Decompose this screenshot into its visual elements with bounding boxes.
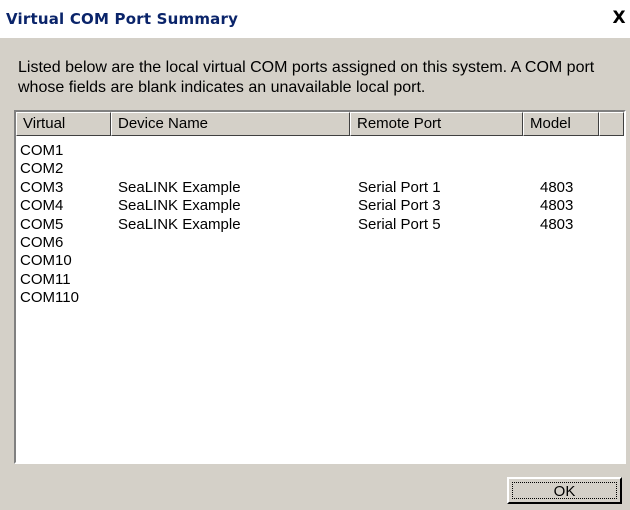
- list-item[interactable]: COM2: [16, 160, 624, 178]
- description-text: Listed below are the local virtual COM p…: [18, 59, 595, 96]
- column-header-filler: [599, 112, 624, 136]
- dialog-window: Virtual COM Port Summary X Listed below …: [0, 0, 630, 510]
- list-item[interactable]: COM6: [16, 234, 624, 252]
- cell-virtual: COM2: [20, 160, 64, 178]
- cell-virtual: COM6: [20, 233, 64, 251]
- cell-virtual: COM4: [20, 197, 64, 215]
- column-header-model[interactable]: Model: [523, 112, 599, 136]
- cell-virtual: COM5: [20, 215, 64, 233]
- cell-virtual: COM3: [20, 178, 64, 196]
- cell-model: 4803: [540, 178, 574, 196]
- cell-device-name: SeaLINK Example: [118, 178, 241, 196]
- cell-model: 4803: [540, 197, 574, 215]
- cell-virtual: COM1: [20, 142, 64, 159]
- cell-virtual: COM10: [20, 252, 72, 270]
- window-title: Virtual COM Port Summary: [6, 10, 239, 28]
- list-item[interactable]: COM110: [16, 289, 624, 307]
- column-header-remote-port[interactable]: Remote Port: [350, 112, 523, 136]
- cell-virtual: COM110: [20, 289, 79, 307]
- list-item[interactable]: COM1: [16, 142, 624, 160]
- list-header: Virtual Device Name Remote Port Model: [16, 112, 624, 138]
- list-rows: COM1 COM2 COM3 SeaLINK Example Serial Port 1…: [16, 142, 624, 308]
- cell-device-name: SeaLINK Example: [118, 197, 241, 215]
- cell-model: 4803: [540, 215, 574, 233]
- column-header-device-name[interactable]: Device Name: [111, 112, 350, 136]
- list-item[interactable]: COM11: [16, 271, 624, 289]
- ok-button-label: OK: [512, 482, 617, 500]
- cell-virtual: COM11: [20, 270, 71, 288]
- ok-button[interactable]: OK: [507, 477, 622, 504]
- port-list[interactable]: Virtual Device Name Remote Port Model CO…: [14, 110, 626, 464]
- column-header-virtual[interactable]: Virtual: [16, 112, 111, 136]
- cell-remote-port: Serial Port 5: [358, 215, 441, 233]
- cell-remote-port: Serial Port 1: [358, 178, 441, 196]
- close-icon[interactable]: X: [610, 8, 628, 28]
- cell-remote-port: Serial Port 3: [358, 197, 441, 215]
- cell-device-name: SeaLINK Example: [118, 215, 241, 233]
- title-bar: Virtual COM Port Summary X: [0, 0, 630, 38]
- list-item[interactable]: COM4 SeaLINK Example Serial Port 3 4803: [16, 197, 624, 215]
- list-item[interactable]: COM10: [16, 252, 624, 270]
- list-item[interactable]: COM5 SeaLINK Example Serial Port 5 4803: [16, 216, 624, 234]
- list-item[interactable]: COM3 SeaLINK Example Serial Port 1 4803: [16, 179, 624, 197]
